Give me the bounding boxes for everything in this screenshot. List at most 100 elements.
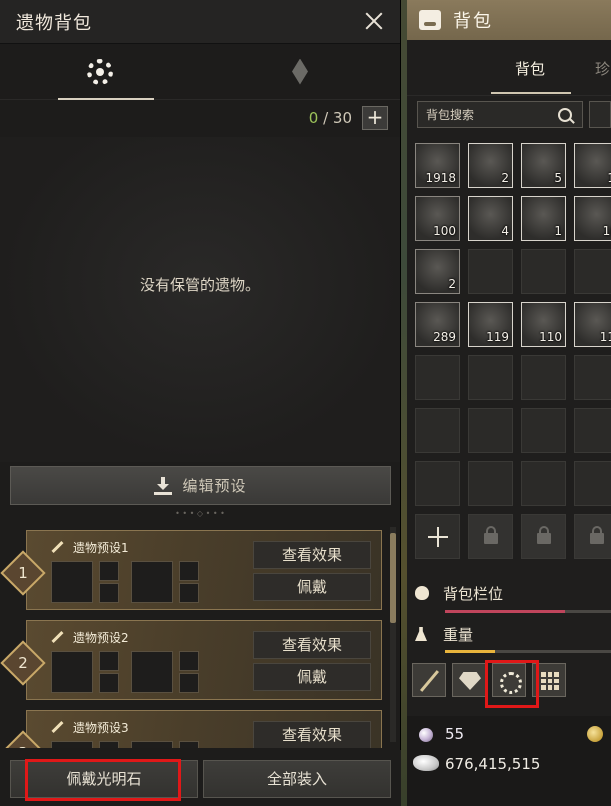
inventory-slot[interactable] bbox=[415, 461, 460, 506]
preset-scrollbar[interactable] bbox=[390, 527, 396, 742]
item-count: 1 bbox=[607, 171, 611, 185]
view-effect-button[interactable]: 查看效果 bbox=[253, 721, 371, 748]
inventory-item[interactable]: 1918 bbox=[415, 143, 460, 188]
inventory-header: 背包 bbox=[407, 0, 611, 40]
relic-ring-icon bbox=[87, 58, 113, 85]
download-icon bbox=[154, 476, 173, 495]
preset-name: 遗物预设2 bbox=[73, 631, 129, 645]
inventory-slot[interactable] bbox=[574, 249, 611, 294]
item-count: 2 bbox=[448, 277, 456, 291]
lock-icon bbox=[537, 526, 551, 544]
inventory-slot[interactable] bbox=[521, 408, 566, 453]
relic-sub-slot[interactable] bbox=[179, 583, 199, 603]
inventory-slot[interactable] bbox=[468, 408, 513, 453]
item-count: 110 bbox=[539, 330, 562, 344]
sword-icon[interactable] bbox=[412, 663, 446, 697]
relic-sub-slot[interactable] bbox=[99, 651, 119, 671]
edit-preset-button[interactable]: 编辑预设 bbox=[10, 466, 391, 505]
inventory-slot[interactable] bbox=[574, 461, 611, 506]
pencil-icon[interactable] bbox=[51, 722, 63, 734]
inventory-item[interactable]: 1( bbox=[574, 196, 611, 241]
inventory-slot[interactable] bbox=[468, 249, 513, 294]
inventory-slot[interactable] bbox=[415, 355, 460, 400]
preset-name: 遗物预设3 bbox=[73, 721, 129, 735]
relic-sub-slot[interactable] bbox=[179, 651, 199, 671]
pencil-icon[interactable] bbox=[51, 632, 63, 644]
item-count: 119 bbox=[486, 330, 509, 344]
inventory-slot[interactable] bbox=[415, 408, 460, 453]
relic-sub-slot[interactable] bbox=[179, 741, 199, 748]
preset-list: 1 遗物预设1 查看效果 佩戴 2 遗物预设2 查看效果 佩戴 遗物预设3 查看… bbox=[0, 520, 401, 748]
weight-stat: 重量 bbox=[415, 623, 611, 653]
wear-preset-button[interactable]: 佩戴 bbox=[253, 573, 371, 601]
relic-bag-header: 遗物背包 bbox=[0, 0, 400, 44]
inventory-item[interactable]: 110 bbox=[521, 302, 566, 347]
inventory-item[interactable]: 4 bbox=[468, 196, 513, 241]
inventory-item[interactable]: 119 bbox=[468, 302, 513, 347]
locked-slot[interactable] bbox=[468, 514, 513, 559]
capacity-current: 0 bbox=[308, 109, 319, 127]
relic-slot[interactable] bbox=[51, 561, 93, 603]
gem-icon[interactable] bbox=[452, 663, 486, 697]
search-icon[interactable] bbox=[558, 107, 572, 122]
view-effect-button[interactable]: 查看效果 bbox=[253, 541, 371, 569]
tab-relic[interactable] bbox=[0, 44, 200, 100]
money-bag-icon bbox=[415, 586, 429, 600]
inventory-item[interactable]: 2 bbox=[468, 143, 513, 188]
silver-icon bbox=[413, 755, 439, 771]
inventory-item[interactable]: 289 bbox=[415, 302, 460, 347]
relic-slot[interactable] bbox=[51, 651, 93, 693]
weight-bar bbox=[445, 650, 611, 653]
relic-sub-slot[interactable] bbox=[179, 673, 199, 693]
inventory-item[interactable]: 11 bbox=[574, 302, 611, 347]
inventory-item[interactable]: 2 bbox=[415, 249, 460, 294]
tab-treasure[interactable]: 珍 bbox=[595, 58, 610, 79]
inventory-item[interactable]: 100 bbox=[415, 196, 460, 241]
capacity-row: 0 / 30 + bbox=[0, 100, 400, 136]
relic-sub-slot[interactable] bbox=[99, 583, 119, 603]
inventory-item[interactable]: 5 bbox=[521, 143, 566, 188]
add-slot-button[interactable]: + bbox=[362, 106, 388, 130]
relic-sub-slot[interactable] bbox=[99, 561, 119, 581]
window-title: 遗物背包 bbox=[16, 12, 92, 34]
scroll-thumb[interactable] bbox=[390, 533, 396, 623]
relic-slot[interactable] bbox=[51, 741, 93, 748]
relic-slot[interactable] bbox=[131, 651, 173, 693]
tab-diamond[interactable] bbox=[200, 44, 400, 99]
search-placeholder: 背包搜索 bbox=[426, 108, 475, 122]
inventory-slot[interactable] bbox=[468, 461, 513, 506]
relic-slot[interactable] bbox=[131, 561, 173, 603]
bag-slots-bar bbox=[445, 610, 611, 613]
tab-bag[interactable]: 背包 bbox=[515, 58, 545, 79]
inventory-slot[interactable] bbox=[574, 355, 611, 400]
inventory-search-input[interactable]: 背包搜索 bbox=[417, 101, 583, 128]
divider-ornament: • • • ◇ • • • bbox=[175, 509, 225, 518]
pencil-icon[interactable] bbox=[51, 542, 63, 554]
preset-number: 2 bbox=[18, 654, 28, 672]
inventory-slot[interactable] bbox=[521, 461, 566, 506]
wear-preset-button[interactable]: 佩戴 bbox=[253, 663, 371, 691]
capacity-separator: / bbox=[323, 109, 329, 127]
relic-slot[interactable] bbox=[131, 741, 173, 748]
relic-sub-slot[interactable] bbox=[179, 561, 199, 581]
inventory-slot[interactable] bbox=[574, 408, 611, 453]
inventory-slot[interactable] bbox=[521, 355, 566, 400]
relic-sub-slot[interactable] bbox=[99, 673, 119, 693]
close-icon[interactable] bbox=[362, 9, 386, 33]
inventory-slot[interactable] bbox=[468, 355, 513, 400]
view-effect-button[interactable]: 查看效果 bbox=[253, 631, 371, 659]
inventory-item[interactable]: 1 bbox=[574, 143, 611, 188]
bag-icon bbox=[419, 10, 441, 30]
empty-message: 没有保管的遗物。 bbox=[139, 276, 260, 294]
locked-slot[interactable] bbox=[574, 514, 611, 559]
sort-toggle[interactable] bbox=[589, 101, 611, 128]
locked-slot[interactable] bbox=[521, 514, 566, 559]
inventory-item[interactable]: 1 bbox=[521, 196, 566, 241]
expand-slots-button[interactable] bbox=[415, 514, 460, 559]
silver-amount: 676,415,515 bbox=[445, 755, 541, 773]
highlight-box bbox=[25, 759, 181, 801]
inventory-slot[interactable] bbox=[521, 249, 566, 294]
relic-sub-slot[interactable] bbox=[99, 741, 119, 748]
inventory-window: 背包 背包 珍 背包搜索 1918251100411(228911911011 … bbox=[407, 0, 611, 806]
load-all-button[interactable]: 全部装入 bbox=[203, 760, 391, 798]
